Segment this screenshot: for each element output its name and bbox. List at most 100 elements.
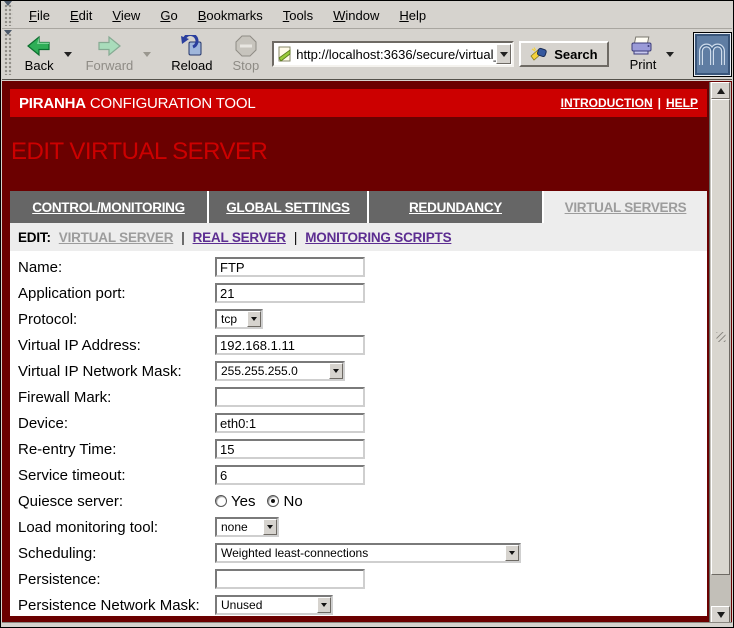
browser-viewport: PIRANHA CONFIGURATION TOOL INTRODUCTION … [2, 81, 732, 624]
page-title: EDIT VIRTUAL SERVER [11, 138, 707, 166]
forward-label: Forward [86, 58, 134, 73]
url-bar [272, 41, 514, 67]
stop-label: Stop [232, 58, 259, 73]
re-entry-time-label: Re-entry Time: [18, 441, 215, 458]
subnav-real-server-link[interactable]: REAL SERVER [193, 230, 286, 245]
browser-window: File Edit View Go Bookmarks Tools Window… [0, 0, 734, 628]
reload-label: Reload [171, 58, 212, 73]
persistence-network-mask-label: Persistence Network Mask: [18, 597, 215, 614]
back-icon [26, 35, 52, 57]
introduction-link[interactable]: INTRODUCTION [561, 96, 653, 110]
firewall-mark-label: Firewall Mark: [18, 389, 215, 406]
forward-dropdown-arrow[interactable] [143, 52, 151, 57]
print-button[interactable]: Print [623, 33, 664, 75]
load-monitoring-tool-label: Load monitoring tool: [18, 519, 215, 536]
menu-edit[interactable]: Edit [60, 5, 102, 26]
stop-button[interactable]: Stop [225, 32, 266, 76]
form-row: Quiesce server: Yes No [18, 488, 707, 514]
load-monitoring-tool-select[interactable]: none [215, 517, 279, 537]
window-bottom-frame [2, 622, 732, 626]
tab-global-settings[interactable]: GLOBAL SETTINGS [209, 191, 367, 223]
app-title: PIRANHA CONFIGURATION TOOL [19, 95, 256, 112]
scroll-up-button[interactable] [711, 82, 730, 99]
back-dropdown-arrow[interactable] [64, 52, 72, 57]
chevron-down-icon[interactable] [263, 519, 277, 535]
persistence-network-mask-select[interactable]: Unused [215, 595, 333, 615]
form-row: Load monitoring tool: none [18, 514, 707, 540]
menu-go[interactable]: Go [150, 5, 187, 26]
form-row: Virtual IP Network Mask: 255.255.255.0 [18, 358, 707, 384]
form-row: Re-entry Time: [18, 436, 707, 462]
form-row: Name: [18, 254, 707, 280]
url-input[interactable] [296, 47, 496, 62]
form-row: Protocol: tcp [18, 306, 707, 332]
edit-prefix: EDIT: [18, 230, 51, 245]
search-button[interactable]: Search [519, 41, 608, 67]
forward-button[interactable]: Forward [79, 32, 141, 76]
service-timeout-label: Service timeout: [18, 467, 215, 484]
subnav-virtual-server: VIRTUAL SERVER [59, 230, 173, 245]
vertical-scrollbar[interactable] [709, 82, 731, 623]
menu-view[interactable]: View [102, 5, 150, 26]
toolbar-grippy[interactable] [4, 33, 12, 75]
persistence-label: Persistence: [18, 571, 215, 588]
menu-help[interactable]: Help [389, 5, 436, 26]
virtual-server-form: Name: Application port: Protocol: tcp Vi… [10, 251, 707, 616]
mozilla-m-icon [698, 41, 728, 67]
toolbar-grippy[interactable] [4, 4, 13, 26]
print-label: Print [630, 57, 657, 72]
search-label: Search [554, 47, 597, 62]
virtual-ip-network-mask-select[interactable]: 255.255.255.0 [215, 361, 345, 381]
menu-bar: File Edit View Go Bookmarks Tools Window… [2, 2, 732, 29]
form-row: Persistence: [18, 566, 707, 592]
device-label: Device: [18, 415, 215, 432]
quiesce-server-label: Quiesce server: [18, 493, 215, 510]
back-label: Back [25, 58, 54, 73]
scroll-down-button[interactable] [711, 606, 730, 623]
page-proxy-icon[interactable] [277, 46, 293, 62]
firewall-mark-field[interactable] [215, 387, 365, 407]
menu-bookmarks[interactable]: Bookmarks [188, 5, 273, 26]
scrollbar-thumb[interactable] [711, 99, 730, 575]
menu-file[interactable]: File [19, 5, 60, 26]
back-button[interactable]: Back [18, 32, 61, 76]
scrollbar-grip-icon [716, 332, 725, 342]
menu-tools[interactable]: Tools [273, 5, 323, 26]
mozilla-logo[interactable] [693, 32, 732, 77]
quiesce-no-radio[interactable] [267, 495, 279, 507]
search-flashlight-icon [530, 47, 549, 61]
form-row: Service timeout: [18, 462, 707, 488]
form-row: Device: [18, 410, 707, 436]
scheduling-label: Scheduling: [18, 545, 215, 562]
scheduling-select[interactable]: Weighted least-connections [215, 543, 521, 563]
quiesce-no-label: No [283, 493, 302, 510]
chevron-down-icon[interactable] [505, 545, 519, 561]
tab-control-monitoring[interactable]: CONTROL/MONITORING [10, 191, 207, 223]
tab-redundancy[interactable]: REDUNDANCY [369, 191, 542, 223]
persistence-field[interactable] [215, 569, 365, 589]
name-field[interactable] [215, 257, 365, 277]
virtual-ip-address-field[interactable] [215, 335, 365, 355]
url-history-dropdown[interactable] [496, 44, 511, 64]
virtual-ip-network-mask-label: Virtual IP Network Mask: [18, 363, 215, 380]
protocol-select[interactable]: tcp [215, 309, 263, 329]
chevron-down-icon[interactable] [329, 363, 343, 379]
help-link[interactable]: HELP [666, 96, 698, 110]
form-row: Persistence Network Mask: Unused [18, 592, 707, 618]
service-timeout-field[interactable] [215, 465, 365, 485]
application-port-field[interactable] [215, 283, 365, 303]
re-entry-time-field[interactable] [215, 439, 365, 459]
chevron-down-icon[interactable] [317, 597, 331, 613]
stop-icon [235, 35, 257, 57]
print-dropdown-arrow[interactable] [666, 52, 674, 57]
reload-button[interactable]: Reload [164, 32, 219, 76]
menu-window[interactable]: Window [323, 5, 389, 26]
subnav-monitoring-scripts-link[interactable]: MONITORING SCRIPTS [305, 230, 451, 245]
quiesce-server-radio-group: Yes No [215, 493, 309, 510]
quiesce-yes-radio[interactable] [215, 495, 227, 507]
chevron-down-icon[interactable] [247, 311, 261, 327]
name-label: Name: [18, 259, 215, 276]
device-field[interactable] [215, 413, 365, 433]
tab-virtual-servers[interactable]: VIRTUAL SERVERS [544, 191, 707, 223]
form-row: Virtual IP Address: [18, 332, 707, 358]
